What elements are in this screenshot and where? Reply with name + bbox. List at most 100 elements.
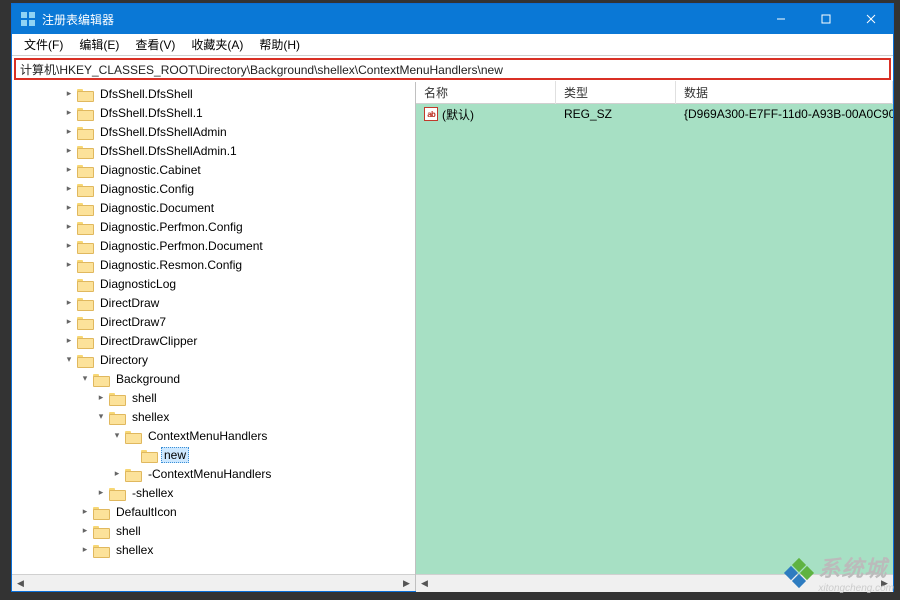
chevron-down-icon[interactable]: ▾: [110, 429, 124, 443]
folder-icon: [77, 334, 93, 348]
menu-view[interactable]: 查看(V): [127, 34, 183, 55]
tree-node-label: ContextMenuHandlers: [145, 428, 270, 444]
tree-node-label: Diagnostic.Perfmon.Document: [97, 238, 266, 254]
tree-node[interactable]: ▸ -ContextMenuHandlers: [14, 464, 415, 483]
registry-tree[interactable]: ▸DfsShell.DfsShell▸DfsShell.DfsShell.1▸D…: [12, 82, 415, 574]
expander-placeholder: [126, 448, 140, 462]
chevron-down-icon[interactable]: ▾: [78, 372, 92, 386]
chevron-right-icon[interactable]: ▸: [94, 486, 108, 500]
tree-node[interactable]: ▸ DirectDraw7: [14, 312, 415, 331]
tree-node-label: DfsShell.DfsShell.1: [97, 105, 206, 121]
tree-node[interactable]: DiagnosticLog: [14, 274, 415, 293]
chevron-right-icon[interactable]: ▸: [110, 467, 124, 481]
chevron-right-icon[interactable]: ▸: [62, 258, 76, 272]
tree-hscrollbar[interactable]: ◀ ▶: [12, 574, 415, 591]
scroll-track[interactable]: [29, 575, 398, 592]
chevron-right-icon[interactable]: ▸: [62, 239, 76, 253]
tree-node-label: DirectDraw7: [97, 314, 169, 330]
maximize-button[interactable]: [803, 4, 848, 34]
folder-icon: [77, 106, 93, 120]
scroll-track[interactable]: [433, 575, 876, 592]
folder-icon: [109, 486, 125, 500]
chevron-down-icon[interactable]: ▾: [62, 353, 76, 367]
tree-node[interactable]: ▸shell: [14, 521, 415, 540]
tree-node[interactable]: ▾ ContextMenuHandlers: [14, 426, 415, 445]
tree-node[interactable]: ▸Diagnostic.Resmon.Config: [14, 255, 415, 274]
folder-icon: [77, 258, 93, 272]
tree-node-label: shell: [129, 390, 160, 406]
tree-node-label: Diagnostic.Cabinet: [97, 162, 204, 178]
address-text: 计算机\HKEY_CLASSES_ROOT\Directory\Backgrou…: [20, 61, 503, 78]
tree-node[interactable]: ▸ Diagnostic.Document: [14, 198, 415, 217]
tree-node[interactable]: ▸DirectDraw: [14, 293, 415, 312]
folder-icon: [77, 87, 93, 101]
tree-node[interactable]: ▸DfsShell.DfsShell: [14, 84, 415, 103]
col-header-name[interactable]: 名称: [416, 81, 556, 104]
cell-name: ab(默认): [416, 106, 556, 123]
chevron-right-icon[interactable]: ▸: [62, 144, 76, 158]
scroll-right-icon[interactable]: ▶: [876, 575, 893, 592]
titlebar[interactable]: 注册表编辑器: [12, 4, 893, 34]
menu-file[interactable]: 文件(F): [16, 34, 71, 55]
tree-node[interactable]: ▸Diagnostic.Perfmon.Config: [14, 217, 415, 236]
menu-fav[interactable]: 收藏夹(A): [183, 34, 251, 55]
chevron-right-icon[interactable]: ▸: [62, 220, 76, 234]
chevron-right-icon[interactable]: ▸: [78, 505, 92, 519]
tree-node[interactable]: ▸DefaultIcon: [14, 502, 415, 521]
tree-node[interactable]: ▸ shell: [14, 388, 415, 407]
tree-node[interactable]: ▾Directory: [14, 350, 415, 369]
scroll-right-icon[interactable]: ▶: [398, 575, 415, 592]
tree-node[interactable]: ▸shellex: [14, 540, 415, 559]
tree-node[interactable]: ▸ Diagnostic.Perfmon.Document: [14, 236, 415, 255]
menu-help[interactable]: 帮助(H): [251, 34, 308, 55]
chevron-down-icon[interactable]: ▾: [94, 410, 108, 424]
tree-node[interactable]: ▸ DfsShell.DfsShellAdmin.1: [14, 141, 415, 160]
chevron-right-icon[interactable]: ▸: [78, 524, 92, 538]
tree-node[interactable]: new: [14, 445, 415, 464]
scroll-left-icon[interactable]: ◀: [416, 575, 433, 592]
folder-icon: [93, 372, 109, 386]
chevron-right-icon[interactable]: ▸: [62, 163, 76, 177]
tree-node-label: Diagnostic.Document: [97, 200, 217, 216]
folder-icon: [141, 448, 157, 462]
chevron-right-icon[interactable]: ▸: [62, 201, 76, 215]
tree-node[interactable]: ▸ DfsShell.DfsShellAdmin: [14, 122, 415, 141]
tree-node[interactable]: ▸ Diagnostic.Cabinet: [14, 160, 415, 179]
tree-node[interactable]: ▾shellex: [14, 407, 415, 426]
tree-node-label: Background: [113, 371, 183, 387]
tree-node[interactable]: ▸Diagnostic.Config: [14, 179, 415, 198]
chevron-right-icon[interactable]: ▸: [62, 315, 76, 329]
chevron-right-icon[interactable]: ▸: [62, 125, 76, 139]
tree-node[interactable]: ▾ Background: [14, 369, 415, 388]
folder-icon: [77, 315, 93, 329]
minimize-button[interactable]: [758, 4, 803, 34]
chevron-right-icon[interactable]: ▸: [78, 543, 92, 557]
list-row[interactable]: ab(默认)REG_SZ{D969A300-E7FF-11d0-A93B-00A…: [416, 104, 893, 124]
chevron-right-icon[interactable]: ▸: [94, 391, 108, 405]
tree-node[interactable]: ▸ DirectDrawClipper: [14, 331, 415, 350]
menu-edit[interactable]: 编辑(E): [71, 34, 127, 55]
folder-icon: [109, 410, 125, 424]
address-bar[interactable]: 计算机\HKEY_CLASSES_ROOT\Directory\Backgrou…: [14, 58, 891, 80]
chevron-right-icon[interactable]: ▸: [62, 182, 76, 196]
values-pane: 名称 类型 数据 ab(默认)REG_SZ{D969A300-E7FF-11d0…: [416, 82, 893, 591]
close-button[interactable]: [848, 4, 893, 34]
col-header-data[interactable]: 数据: [676, 81, 893, 104]
tree-node-label: DfsShell.DfsShellAdmin: [97, 124, 230, 140]
chevron-right-icon[interactable]: ▸: [62, 334, 76, 348]
tree-node-label: DirectDrawClipper: [97, 333, 200, 349]
tree-node[interactable]: ▸-shellex: [14, 483, 415, 502]
chevron-right-icon[interactable]: ▸: [62, 106, 76, 120]
list-hscrollbar[interactable]: ◀ ▶: [416, 574, 893, 591]
col-header-type[interactable]: 类型: [556, 81, 676, 104]
cell-data: {D969A300-E7FF-11d0-A93B-00A0C90F: [676, 107, 893, 121]
folder-icon: [77, 125, 93, 139]
chevron-right-icon[interactable]: ▸: [62, 87, 76, 101]
expander-placeholder: [62, 277, 76, 291]
chevron-right-icon[interactable]: ▸: [62, 296, 76, 310]
scroll-left-icon[interactable]: ◀: [12, 575, 29, 592]
list-body[interactable]: ab(默认)REG_SZ{D969A300-E7FF-11d0-A93B-00A…: [416, 104, 893, 574]
tree-node-label: -ContextMenuHandlers: [145, 466, 274, 482]
tree-node[interactable]: ▸ DfsShell.DfsShell.1: [14, 103, 415, 122]
tree-node-label: DfsShell.DfsShellAdmin.1: [97, 143, 240, 159]
